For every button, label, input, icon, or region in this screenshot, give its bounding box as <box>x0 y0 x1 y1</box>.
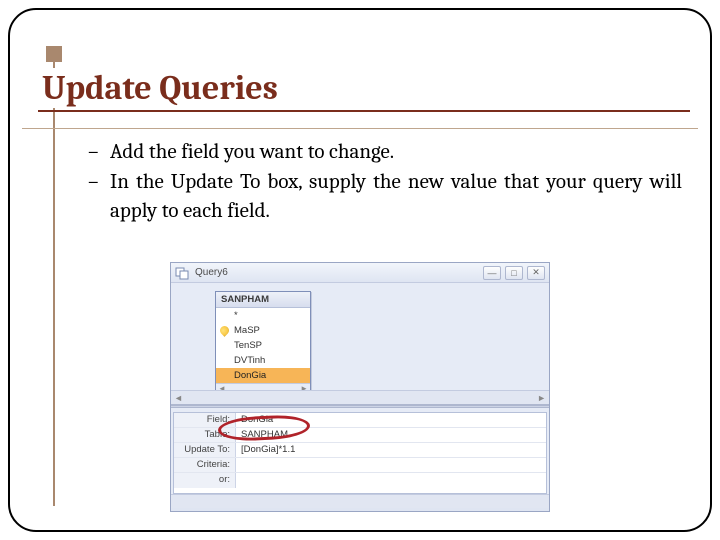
grid-cell-field[interactable]: DonGia <box>236 413 546 427</box>
bullet-text: In the Update To box, supply the new val… <box>110 168 682 225</box>
page-title: Update Queries <box>38 68 282 108</box>
scroll-left-icon[interactable]: ◄ <box>174 393 183 403</box>
grid-label: or: <box>174 473 236 488</box>
table-header: SANPHAM <box>216 292 310 308</box>
grid-row-or: or: <box>174 473 546 488</box>
bullet-list: – Add the field you want to change. – In… <box>88 138 682 227</box>
grid-label: Criteria: <box>174 458 236 472</box>
grid-cell-or[interactable] <box>236 473 546 488</box>
tables-pane: SANPHAM * MaSP TenSP DVTinh DonGia ◄ ► ◄ <box>171 283 549 405</box>
slide-frame: Update Queries – Add the field you want … <box>8 8 712 532</box>
pane-scrollbar[interactable]: ◄ ► <box>171 390 549 404</box>
window-titlebar: Query6 — □ ✕ <box>171 263 549 283</box>
bullet-dash: – <box>88 138 110 166</box>
table-source[interactable]: SANPHAM * MaSP TenSP DVTinh DonGia ◄ ► <box>215 291 311 396</box>
embedded-screenshot: Query6 — □ ✕ SANPHAM * MaSP TenSP DVTinh… <box>170 262 550 512</box>
window-title: Query6 <box>195 267 483 278</box>
design-grid[interactable]: Field: DonGia Table: SANPHAM Update To: … <box>173 412 547 494</box>
query-icon <box>175 266 189 280</box>
maximize-button[interactable]: □ <box>505 266 523 280</box>
field-row[interactable]: MaSP <box>216 323 310 338</box>
grid-scrollbar[interactable] <box>171 494 549 508</box>
field-row-star[interactable]: * <box>216 308 310 323</box>
window-buttons: — □ ✕ <box>483 266 545 280</box>
grid-row-field: Field: DonGia <box>174 413 546 428</box>
field-list: * MaSP TenSP DVTinh DonGia <box>216 308 310 383</box>
field-row[interactable]: TenSP <box>216 338 310 353</box>
list-item: – Add the field you want to change. <box>88 138 682 166</box>
list-item: – In the Update To box, supply the new v… <box>88 168 682 225</box>
title-underline <box>38 110 690 112</box>
vertical-rule <box>53 46 55 506</box>
grid-row-table: Table: SANPHAM <box>174 428 546 443</box>
bullet-text: Add the field you want to change. <box>110 138 394 166</box>
bullet-dash: – <box>88 168 110 225</box>
grid-row-update-to: Update To: [DonGia]*1.1 <box>174 443 546 458</box>
grid-cell-update-to[interactable]: [DonGia]*1.1 <box>236 443 546 457</box>
field-row[interactable]: DVTinh <box>216 353 310 368</box>
grid-label: Table: <box>174 428 236 442</box>
minimize-button[interactable]: — <box>483 266 501 280</box>
query-designer-window: Query6 — □ ✕ SANPHAM * MaSP TenSP DVTinh… <box>170 262 550 512</box>
grid-cell-criteria[interactable] <box>236 458 546 472</box>
grid-label: Field: <box>174 413 236 427</box>
design-grid-pane: Field: DonGia Table: SANPHAM Update To: … <box>171 408 549 508</box>
field-row-selected[interactable]: DonGia <box>216 368 310 383</box>
close-button[interactable]: ✕ <box>527 266 545 280</box>
scroll-right-icon[interactable]: ► <box>537 393 546 403</box>
grid-row-criteria: Criteria: <box>174 458 546 473</box>
horizontal-rule <box>22 128 698 129</box>
grid-label: Update To: <box>174 443 236 457</box>
grid-cell-table[interactable]: SANPHAM <box>236 428 546 442</box>
